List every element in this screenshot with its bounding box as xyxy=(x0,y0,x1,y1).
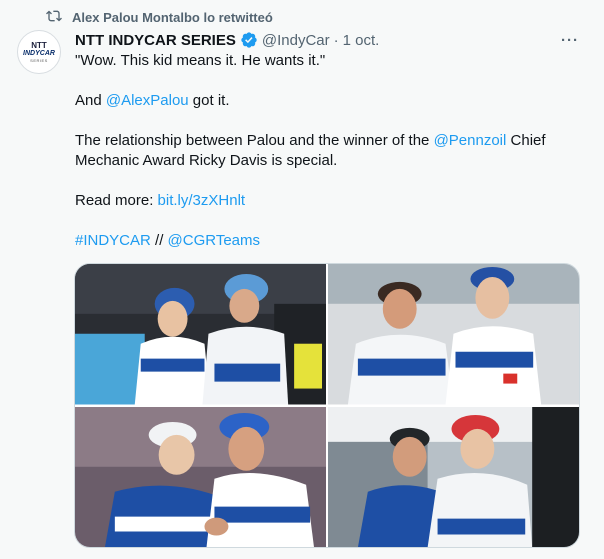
media-photo-1[interactable] xyxy=(75,264,326,405)
tweet-date[interactable]: 1 oct. xyxy=(343,32,380,49)
media-photo-3[interactable] xyxy=(75,406,326,547)
author-handle[interactable]: @IndyCar xyxy=(262,32,330,49)
mention-pennzoil[interactable]: @Pennzoil xyxy=(434,132,507,149)
tweet-line-5: #INDYCAR // @CGRTeams xyxy=(75,231,575,251)
media-photo-4[interactable] xyxy=(328,406,579,547)
media-photo-2[interactable] xyxy=(328,264,579,405)
verified-badge-icon xyxy=(240,31,258,49)
avatar-series-text: SERIES xyxy=(30,58,48,63)
author-name[interactable]: NTT INDYCAR SERIES xyxy=(75,32,236,49)
media-grid xyxy=(74,263,580,548)
text-fragment: The relationship between Palou and the w… xyxy=(75,132,434,149)
tweet-quote: "Wow. This kid means it. He wants it." xyxy=(75,52,326,69)
header-separator: · xyxy=(333,31,339,49)
avatar[interactable]: NTT INDYCAR SERIES xyxy=(17,30,61,74)
read-more-link[interactable]: bit.ly/3zXHnlt xyxy=(158,192,246,209)
avatar-ntt-text: NTT xyxy=(31,41,47,50)
mention-cgrteams[interactable]: @CGRTeams xyxy=(168,232,260,249)
text-fragment: And xyxy=(75,92,106,109)
retweet-icon xyxy=(46,8,62,27)
text-fragment: // xyxy=(150,232,168,249)
avatar-indycar-text: INDYCAR xyxy=(23,50,55,57)
mention-alexpalou[interactable]: @AlexPalou xyxy=(106,92,189,109)
tweet-line-4: Read more: bit.ly/3zXHnlt xyxy=(75,191,575,211)
tweet-text: "Wow. This kid means it. He wants it." A… xyxy=(75,51,575,251)
more-options-icon[interactable]: ··· xyxy=(557,30,583,50)
tweet-card[interactable]: Alex Palou Montalbo lo retwitteó NTT IND… xyxy=(0,0,604,559)
text-fragment: got it. xyxy=(188,92,230,109)
tweet-header: NTT INDYCAR SERIES @IndyCar · 1 oct. xyxy=(75,30,379,50)
retweet-label[interactable]: Alex Palou Montalbo lo retwitteó xyxy=(72,10,273,25)
retweet-context: Alex Palou Montalbo lo retwitteó xyxy=(46,9,273,25)
tweet-line-2: And @AlexPalou got it. xyxy=(75,91,575,111)
text-fragment: Read more: xyxy=(75,192,158,209)
tweet-line-3: The relationship between Palou and the w… xyxy=(75,131,575,171)
hashtag-indycar[interactable]: #INDYCAR xyxy=(75,232,151,249)
